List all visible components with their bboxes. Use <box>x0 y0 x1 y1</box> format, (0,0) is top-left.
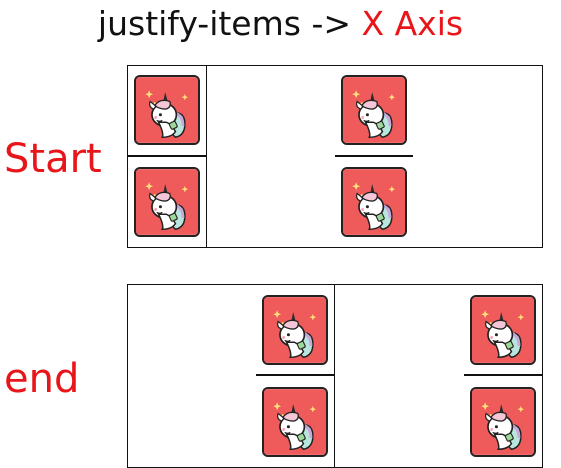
unicorn-icon <box>341 75 407 146</box>
row-label-end: end <box>4 356 80 402</box>
grid-cell <box>256 376 335 467</box>
unicorn-icon <box>262 386 328 457</box>
page-title: justify-items -> X Axis <box>0 4 561 44</box>
grid-cell <box>464 285 542 376</box>
title-prefix: justify-items -> <box>97 4 362 43</box>
grid-cell <box>128 66 207 157</box>
unicorn-icon <box>470 386 536 457</box>
grid-cell <box>335 157 413 248</box>
unicorn-icon <box>262 294 328 365</box>
title-axis: X Axis <box>361 4 464 43</box>
grid-justify-end <box>127 284 543 468</box>
grid-cell <box>128 156 207 247</box>
unicorn-icon <box>134 75 200 146</box>
grid-justify-start <box>127 65 543 248</box>
grid-cell <box>464 376 542 467</box>
unicorn-icon <box>341 166 407 237</box>
grid-cell <box>256 285 335 376</box>
unicorn-icon <box>134 166 200 237</box>
unicorn-icon <box>470 294 536 365</box>
grid-cell <box>335 66 413 157</box>
row-label-start: Start <box>4 136 102 182</box>
